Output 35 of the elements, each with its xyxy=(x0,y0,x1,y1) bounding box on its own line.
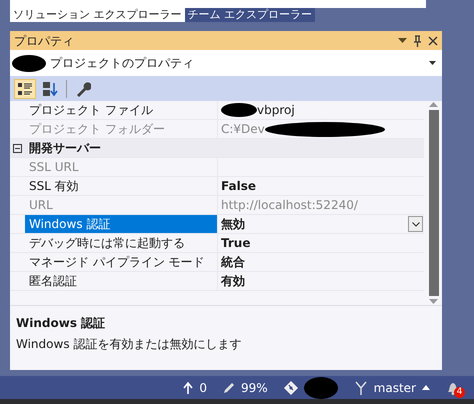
up-arrow-icon[interactable] xyxy=(183,382,194,394)
property-value: 有効 xyxy=(221,273,245,290)
explorer-tab[interactable]: チーム エクスプローラー xyxy=(184,8,315,22)
scroll-down-icon[interactable] xyxy=(429,299,438,305)
caret-icon xyxy=(429,61,436,65)
pencil-icon[interactable] xyxy=(223,382,235,394)
description-title: Windows 認証 xyxy=(16,315,106,332)
caret-icon[interactable] xyxy=(398,38,407,44)
branch-label: master xyxy=(374,380,416,396)
object-selector[interactable]: プロジェクトのプロパティ xyxy=(10,50,442,76)
pin-icon[interactable] xyxy=(413,34,422,46)
property-value: vbproj xyxy=(257,102,295,119)
description-text: Windows 認証を有効または無効にします xyxy=(16,336,242,353)
explorer-tab[interactable]: ソリューション エクスプローラー xyxy=(10,8,184,22)
categorized-button[interactable] xyxy=(14,78,36,98)
scrollbar[interactable] xyxy=(428,101,439,305)
property-value: http://localhost:52240/ xyxy=(221,197,358,214)
dropdown-button[interactable] xyxy=(408,216,423,232)
property-value: True xyxy=(221,235,250,252)
panel-title: プロパティ xyxy=(14,32,75,50)
chevron-icon xyxy=(412,222,420,226)
property-value: False xyxy=(221,178,256,195)
property-value: C:¥Dev xyxy=(221,121,265,138)
caret-up-icon[interactable] xyxy=(422,385,430,390)
push-label: 0 xyxy=(199,380,207,396)
close-icon[interactable] xyxy=(428,36,438,46)
property-value: 無効 xyxy=(221,216,245,233)
changes-label: 99% xyxy=(241,380,268,396)
object-name: プロジェクトのプロパティ xyxy=(50,55,195,72)
collapse-icon[interactable] xyxy=(13,144,22,152)
notification-badge: 4 xyxy=(454,386,465,398)
property-name[interactable]: Windows 認証 xyxy=(25,215,218,233)
git-icon[interactable] xyxy=(284,380,298,394)
branch-icon[interactable] xyxy=(354,380,368,394)
property-value: 統合 xyxy=(221,254,245,271)
